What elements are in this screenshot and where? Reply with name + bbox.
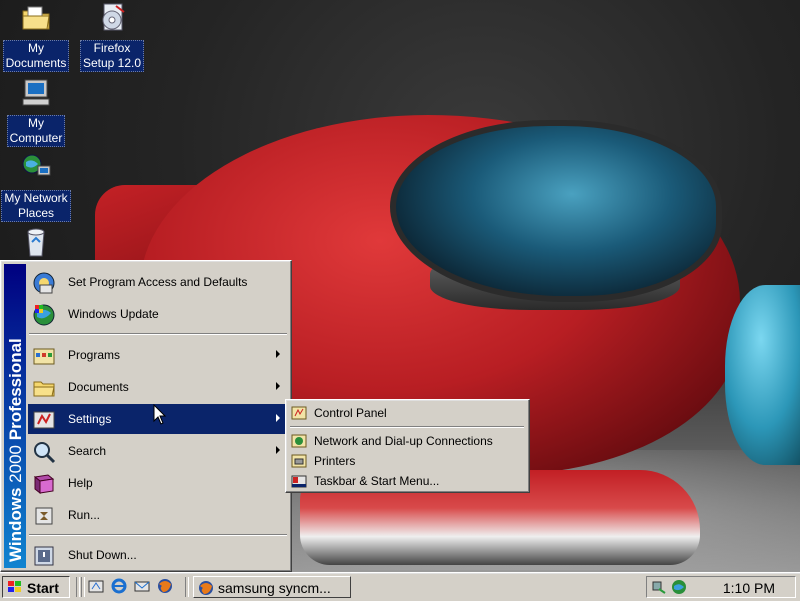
submenu-arrow-icon	[276, 382, 280, 390]
desktop-icon-label: My Documents	[2, 40, 70, 72]
outlook-express-icon[interactable]	[134, 578, 150, 594]
desktop-icon-my-network-places[interactable]: My Network Places	[0, 152, 72, 222]
mouse-pointer-icon	[153, 404, 167, 425]
submenu-separator	[290, 426, 524, 428]
windows-update-icon	[33, 304, 55, 326]
desktop-icon-recycle-bin[interactable]	[0, 226, 72, 264]
taskbar-window-label: samsung syncm...	[218, 580, 331, 596]
submenu-arrow-icon	[276, 350, 280, 358]
menu-item-label: Windows Update	[68, 307, 159, 321]
menu-item-windows-update[interactable]: Windows Update	[28, 299, 288, 329]
start-menu: Windows 2000 Professional Set Program Ac…	[0, 260, 292, 572]
menu-item-set-program-access[interactable]: Set Program Access and Defaults	[28, 267, 288, 297]
menu-item-help[interactable]: Help	[28, 468, 288, 498]
run-icon	[35, 507, 53, 525]
settings-submenu: Control Panel Network and Dial-up Connec…	[285, 399, 530, 493]
system-clock[interactable]: 1:10 PM	[723, 580, 775, 596]
show-desktop-icon[interactable]	[88, 578, 104, 594]
menu-item-label: Search	[68, 444, 107, 458]
desktop-icon-label: Firefox Setup 12.0	[79, 40, 145, 72]
network-connections-icon	[291, 434, 307, 448]
desktop-icon-my-documents[interactable]: My Documents	[0, 2, 72, 72]
submenu-item-label: Control Panel	[314, 406, 387, 420]
wallpaper-blue-object	[725, 285, 800, 465]
submenu-item-label: Network and Dial-up Connections	[314, 434, 493, 448]
menu-item-label: Shut Down...	[68, 548, 137, 562]
menu-item-run[interactable]: Run...	[28, 500, 288, 530]
windows-logo-icon	[8, 581, 21, 592]
taskbar: Start samsung syncm... 1:10 PM	[0, 572, 800, 601]
banner-version: 2000	[6, 444, 25, 483]
submenu-item-label: Taskbar & Start Menu...	[314, 474, 440, 488]
documents-folder-icon	[33, 381, 55, 397]
submenu-item-network-connections[interactable]: Network and Dial-up Connections	[288, 431, 526, 451]
shutdown-icon	[34, 546, 54, 566]
search-icon	[34, 442, 56, 464]
menu-separator	[29, 333, 287, 335]
control-panel-icon	[291, 406, 307, 420]
start-menu-banner: Windows 2000 Professional	[4, 264, 26, 568]
recycle-bin-icon	[27, 228, 45, 257]
submenu-item-label: Printers	[314, 454, 356, 468]
programs-icon	[33, 348, 55, 365]
safely-remove-hardware-icon[interactable]	[651, 579, 667, 595]
taskbar-divider	[185, 577, 189, 597]
my-documents-icon	[22, 6, 50, 30]
menu-item-label: Documents	[68, 380, 129, 394]
help-icon	[33, 474, 55, 495]
menu-item-label: Run...	[68, 508, 101, 522]
submenu-arrow-icon	[276, 446, 280, 454]
start-button-label: Start	[27, 580, 59, 596]
menu-item-label: Programs	[68, 348, 121, 362]
internet-explorer-icon[interactable]	[111, 578, 127, 594]
taskbar-divider	[81, 577, 85, 597]
firefox-setup-icon	[102, 3, 125, 31]
system-tray: 1:10 PM	[646, 576, 796, 598]
banner-windows: Windows	[6, 487, 25, 562]
desktop-icon-label: My Network Places	[1, 190, 71, 222]
printers-icon	[291, 454, 307, 468]
desktop-icon-my-computer[interactable]: My Computer	[0, 77, 72, 147]
submenu-item-control-panel[interactable]: Control Panel	[288, 403, 526, 423]
menu-item-documents[interactable]: Documents	[28, 372, 288, 402]
settings-icon	[33, 411, 55, 429]
firefox-icon[interactable]	[157, 578, 173, 594]
submenu-item-printers[interactable]: Printers	[288, 451, 526, 471]
my-computer-icon	[22, 79, 50, 106]
menu-item-label: Help	[68, 476, 93, 490]
menu-item-programs[interactable]: Programs	[28, 340, 288, 370]
menu-item-shut-down[interactable]: Shut Down...	[28, 540, 288, 570]
network-places-icon	[22, 154, 51, 176]
program-access-icon	[33, 272, 55, 294]
taskbar-window-button[interactable]: samsung syncm...	[193, 576, 351, 598]
network-tray-icon[interactable]	[671, 579, 687, 595]
desktop-icon-label: My Computer	[6, 115, 66, 147]
menu-item-search[interactable]: Search	[28, 436, 288, 466]
menu-item-label: Settings	[68, 412, 112, 426]
banner-edition: Professional	[6, 338, 25, 441]
desktop-icon-firefox-setup[interactable]: Firefox Setup 12.0	[76, 2, 148, 72]
menu-item-label: Set Program Access and Defaults	[68, 275, 248, 289]
taskbar-divider	[76, 577, 80, 597]
menu-separator	[29, 534, 287, 536]
taskbar-icon	[291, 475, 307, 488]
start-button[interactable]: Start	[2, 576, 70, 598]
firefox-icon	[199, 581, 213, 595]
submenu-arrow-icon	[276, 414, 280, 422]
submenu-item-taskbar-start-menu[interactable]: Taskbar & Start Menu...	[288, 471, 526, 491]
